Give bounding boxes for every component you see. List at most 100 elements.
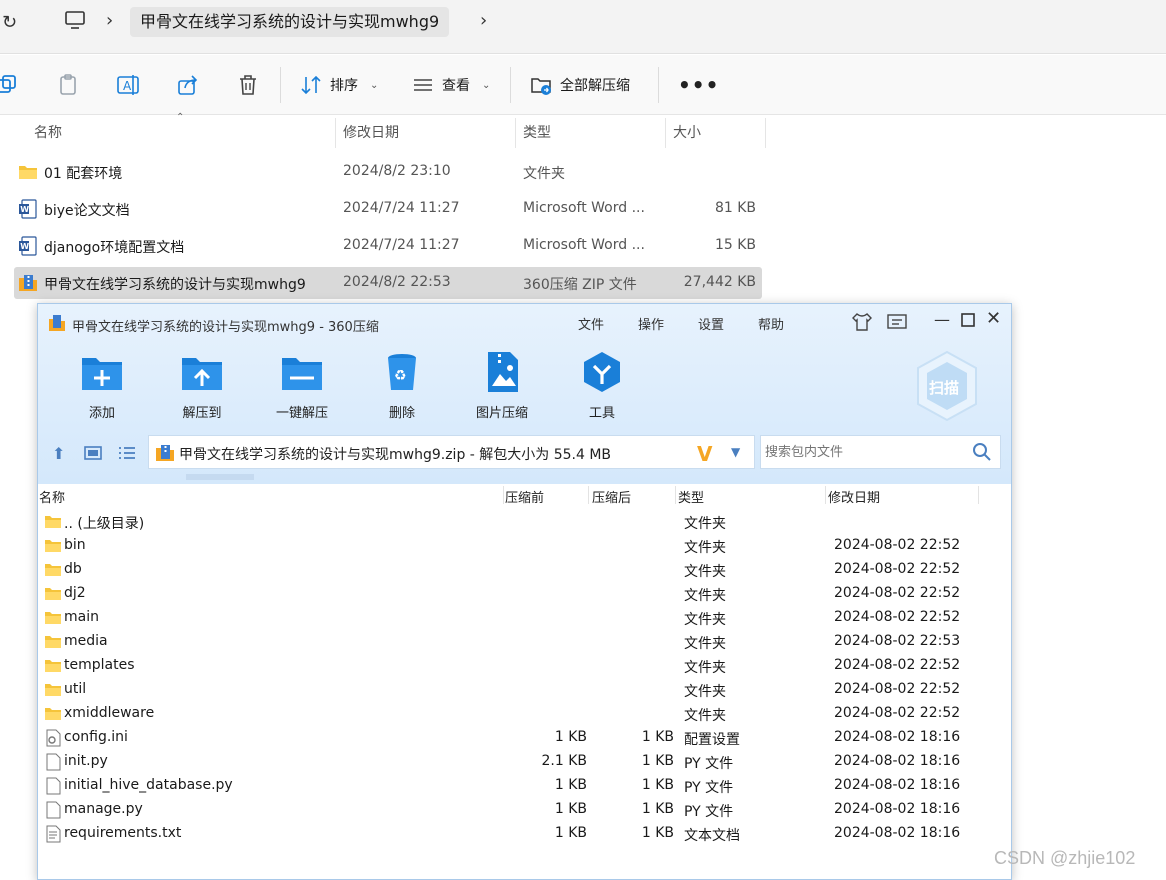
zip-archive-icon bbox=[156, 445, 174, 461]
close-icon[interactable]: ✕ bbox=[986, 308, 1001, 329]
file-row[interactable]: 01 配套环境 2024/8/2 23:10 文件夹 bbox=[14, 156, 762, 188]
rename-icon[interactable]: A bbox=[116, 73, 140, 97]
view-button[interactable]: 查看 ⌄ bbox=[412, 71, 490, 99]
maximize-icon[interactable] bbox=[960, 312, 976, 328]
column-divider[interactable] bbox=[588, 486, 589, 504]
archive-entry-row[interactable]: xmiddleware 文件夹 2024-08-02 22:52 bbox=[38, 702, 1011, 726]
more-options-icon[interactable]: ••• bbox=[678, 73, 719, 97]
file-type: 文件夹 bbox=[523, 166, 565, 182]
archive-entry-row[interactable]: templates 文件夹 2024-08-02 22:52 bbox=[38, 654, 1011, 678]
entry-size-before: 1 KB bbox=[554, 777, 587, 793]
menu-file[interactable]: 文件 bbox=[578, 314, 604, 333]
column-divider[interactable] bbox=[765, 118, 766, 148]
folder-icon bbox=[45, 684, 61, 696]
delete-icon[interactable] bbox=[236, 73, 260, 97]
chevron-right-icon[interactable]: › bbox=[480, 10, 487, 31]
command-bar: A 排序 ⌄ 查看 ⌄ 全部解压缩 ••• bbox=[0, 55, 1166, 115]
column-header-type[interactable]: 类型 bbox=[678, 487, 704, 506]
skin-shirt-icon[interactable] bbox=[851, 312, 873, 332]
brand-v-icon[interactable]: V bbox=[697, 442, 712, 466]
file-type: Microsoft Word ... bbox=[523, 200, 645, 216]
file-row[interactable]: W djanogo环境配置文档 2024/7/24 11:27 Microsof… bbox=[14, 230, 762, 262]
delete-button[interactable]: ♻ 删除 bbox=[362, 350, 442, 421]
column-divider[interactable] bbox=[503, 486, 504, 504]
column-divider[interactable] bbox=[515, 118, 516, 148]
column-header-name[interactable]: 名称 bbox=[34, 118, 62, 148]
column-divider[interactable] bbox=[675, 486, 676, 504]
column-header-size[interactable]: 大小 bbox=[673, 118, 701, 148]
entry-date: 2024-08-02 22:52 bbox=[834, 537, 961, 553]
extract-to-folder-icon bbox=[182, 358, 222, 390]
share-icon[interactable] bbox=[176, 73, 200, 97]
column-divider[interactable] bbox=[825, 486, 826, 504]
archive-entry-row[interactable]: config.ini 1 KB 1 KB 配置设置 2024-08-02 18:… bbox=[38, 726, 1011, 750]
minimize-icon[interactable]: — bbox=[934, 310, 950, 329]
entry-size-after: 1 KB bbox=[641, 729, 674, 745]
tab-indicator bbox=[186, 474, 254, 480]
entry-size-after: 1 KB bbox=[641, 777, 674, 793]
entry-date: 2024-08-02 18:16 bbox=[834, 777, 961, 793]
menu-settings[interactable]: 设置 bbox=[698, 314, 724, 333]
entry-name: init.py bbox=[64, 753, 108, 769]
chevron-right-icon[interactable]: › bbox=[106, 10, 113, 31]
extract-all-button[interactable]: 全部解压缩 bbox=[530, 71, 630, 99]
svg-text:A: A bbox=[123, 79, 132, 93]
path-dropdown-icon[interactable]: ▼ bbox=[731, 445, 740, 459]
archive-entry-row[interactable]: initial_hive_database.py 1 KB 1 KB PY 文件… bbox=[38, 774, 1011, 798]
this-pc-icon[interactable] bbox=[64, 10, 86, 30]
archive-entry-row[interactable]: manage.py 1 KB 1 KB PY 文件 2024-08-02 18:… bbox=[38, 798, 1011, 822]
archive-entry-row[interactable]: bin 文件夹 2024-08-02 22:52 bbox=[38, 534, 1011, 558]
tools-button[interactable]: 工具 bbox=[562, 350, 642, 421]
entry-type: 文件夹 bbox=[684, 540, 726, 556]
extract-to-button[interactable]: 解压到 bbox=[162, 350, 242, 421]
sort-button[interactable]: 排序 ⌄ bbox=[300, 71, 378, 99]
column-header-date[interactable]: 修改日期 bbox=[343, 118, 399, 148]
app-logo-icon bbox=[49, 315, 65, 331]
scan-label[interactable]: 扫描 bbox=[929, 377, 959, 398]
archive-search-box[interactable] bbox=[760, 435, 1001, 469]
up-level-icon[interactable]: ⬆ bbox=[52, 444, 65, 463]
column-header-after[interactable]: 压缩后 bbox=[592, 487, 631, 506]
breadcrumb-current-folder[interactable]: 甲骨文在线学习系统的设计与实现mwhg9 bbox=[130, 7, 450, 37]
archive-entry-row[interactable]: dj2 文件夹 2024-08-02 22:52 bbox=[38, 582, 1011, 606]
archive-entry-row[interactable]: init.py 2.1 KB 1 KB PY 文件 2024-08-02 18:… bbox=[38, 750, 1011, 774]
archive-entry-row[interactable]: requirements.txt 1 KB 1 KB 文本文档 2024-08-… bbox=[38, 822, 1011, 846]
entry-type: 文本文档 bbox=[684, 828, 740, 844]
thumbnail-view-icon[interactable] bbox=[84, 446, 102, 460]
column-divider[interactable] bbox=[335, 118, 336, 148]
image-compress-button[interactable]: 图片压缩 bbox=[462, 350, 542, 421]
column-divider[interactable] bbox=[978, 486, 979, 504]
entry-name: util bbox=[64, 681, 87, 697]
list-view-icon[interactable] bbox=[118, 446, 136, 460]
search-icon[interactable] bbox=[972, 442, 992, 462]
archive-entry-row[interactable]: .. (上级目录) 文件夹 bbox=[38, 510, 1011, 534]
column-header-type[interactable]: 类型 bbox=[523, 118, 551, 148]
archive-entry-row[interactable]: main 文件夹 2024-08-02 22:52 bbox=[38, 606, 1011, 630]
add-button[interactable]: 添加 bbox=[62, 350, 142, 421]
column-header-before[interactable]: 压缩前 bbox=[505, 487, 544, 506]
menu-operation[interactable]: 操作 bbox=[638, 314, 664, 333]
refresh-icon[interactable]: ↻ bbox=[2, 12, 17, 33]
column-header-date[interactable]: 修改日期 bbox=[828, 487, 880, 506]
entry-date: 2024-08-02 22:52 bbox=[834, 561, 961, 577]
add-folder-icon bbox=[82, 358, 122, 390]
menu-help[interactable]: 帮助 bbox=[758, 314, 784, 333]
paste-icon[interactable] bbox=[56, 73, 80, 97]
copy-icon[interactable] bbox=[0, 73, 20, 97]
archive-path-bar[interactable]: 甲骨文在线学习系统的设计与实现mwhg9.zip - 解包大小为 55.4 MB… bbox=[148, 435, 755, 469]
column-header-name[interactable]: 名称 bbox=[39, 487, 65, 506]
archive-entry-row[interactable]: db 文件夹 2024-08-02 22:52 bbox=[38, 558, 1011, 582]
archive-search-input[interactable] bbox=[763, 438, 963, 466]
one-click-extract-button[interactable]: 一键解压 bbox=[262, 350, 342, 421]
svg-text:♻: ♻ bbox=[394, 368, 407, 384]
file-row-selected[interactable]: 甲骨文在线学习系统的设计与实现mwhg9 2024/8/2 22:53 360压… bbox=[14, 267, 762, 299]
word-doc-icon: W bbox=[19, 199, 37, 219]
feedback-icon[interactable] bbox=[886, 312, 908, 332]
folder-icon bbox=[45, 708, 61, 720]
view-icon bbox=[414, 79, 432, 91]
file-row[interactable]: W biye论文文档 2024/7/24 11:27 Microsoft Wor… bbox=[14, 193, 762, 225]
svg-text:W: W bbox=[20, 242, 29, 251]
archive-entry-row[interactable]: media 文件夹 2024-08-02 22:53 bbox=[38, 630, 1011, 654]
column-divider[interactable] bbox=[665, 118, 666, 148]
archive-entry-row[interactable]: util 文件夹 2024-08-02 22:52 bbox=[38, 678, 1011, 702]
